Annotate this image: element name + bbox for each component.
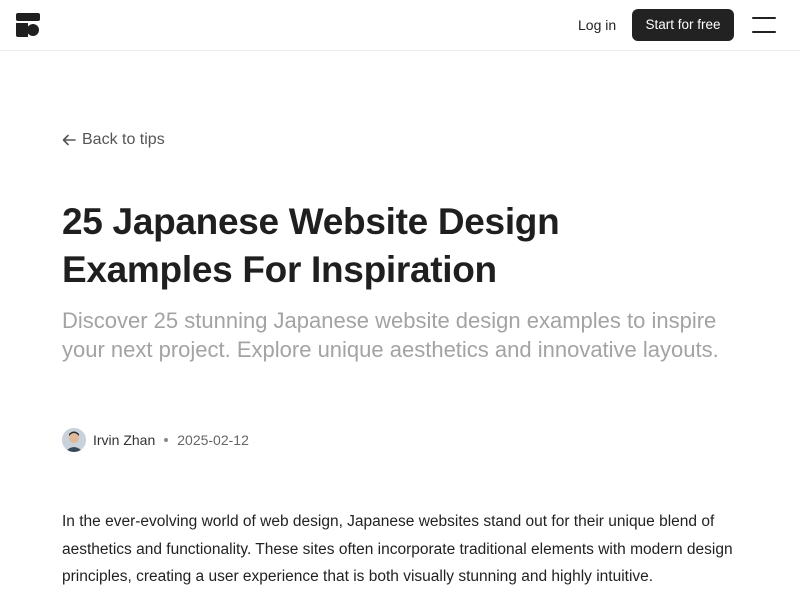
article-intro-paragraph: In the ever-evolving world of web design… [62,513,733,585]
arrow-left-icon [62,134,76,146]
publish-date: 2025-02-12 [177,432,249,448]
article-title: 25 Japanese Website Design Examples For … [62,201,560,290]
back-to-tips-link[interactable]: Back to tips [62,130,165,150]
separator-dot [164,438,169,442]
top-navigation-bar: Log in Start for free [0,0,800,51]
author-name[interactable]: Irvin Zhan [93,432,155,448]
login-link[interactable]: Log in [578,17,616,34]
article-subtitle: Discover 25 stunning Japanese website de… [62,308,719,362]
back-label: Back to tips [82,131,165,148]
author-avatar[interactable] [62,428,86,452]
start-for-free-button[interactable]: Start for free [632,9,734,41]
brand-logo-icon[interactable] [16,13,40,37]
article-byline: Irvin Zhan 2025-02-12 [62,427,249,453]
hamburger-menu-icon[interactable] [752,17,776,34]
